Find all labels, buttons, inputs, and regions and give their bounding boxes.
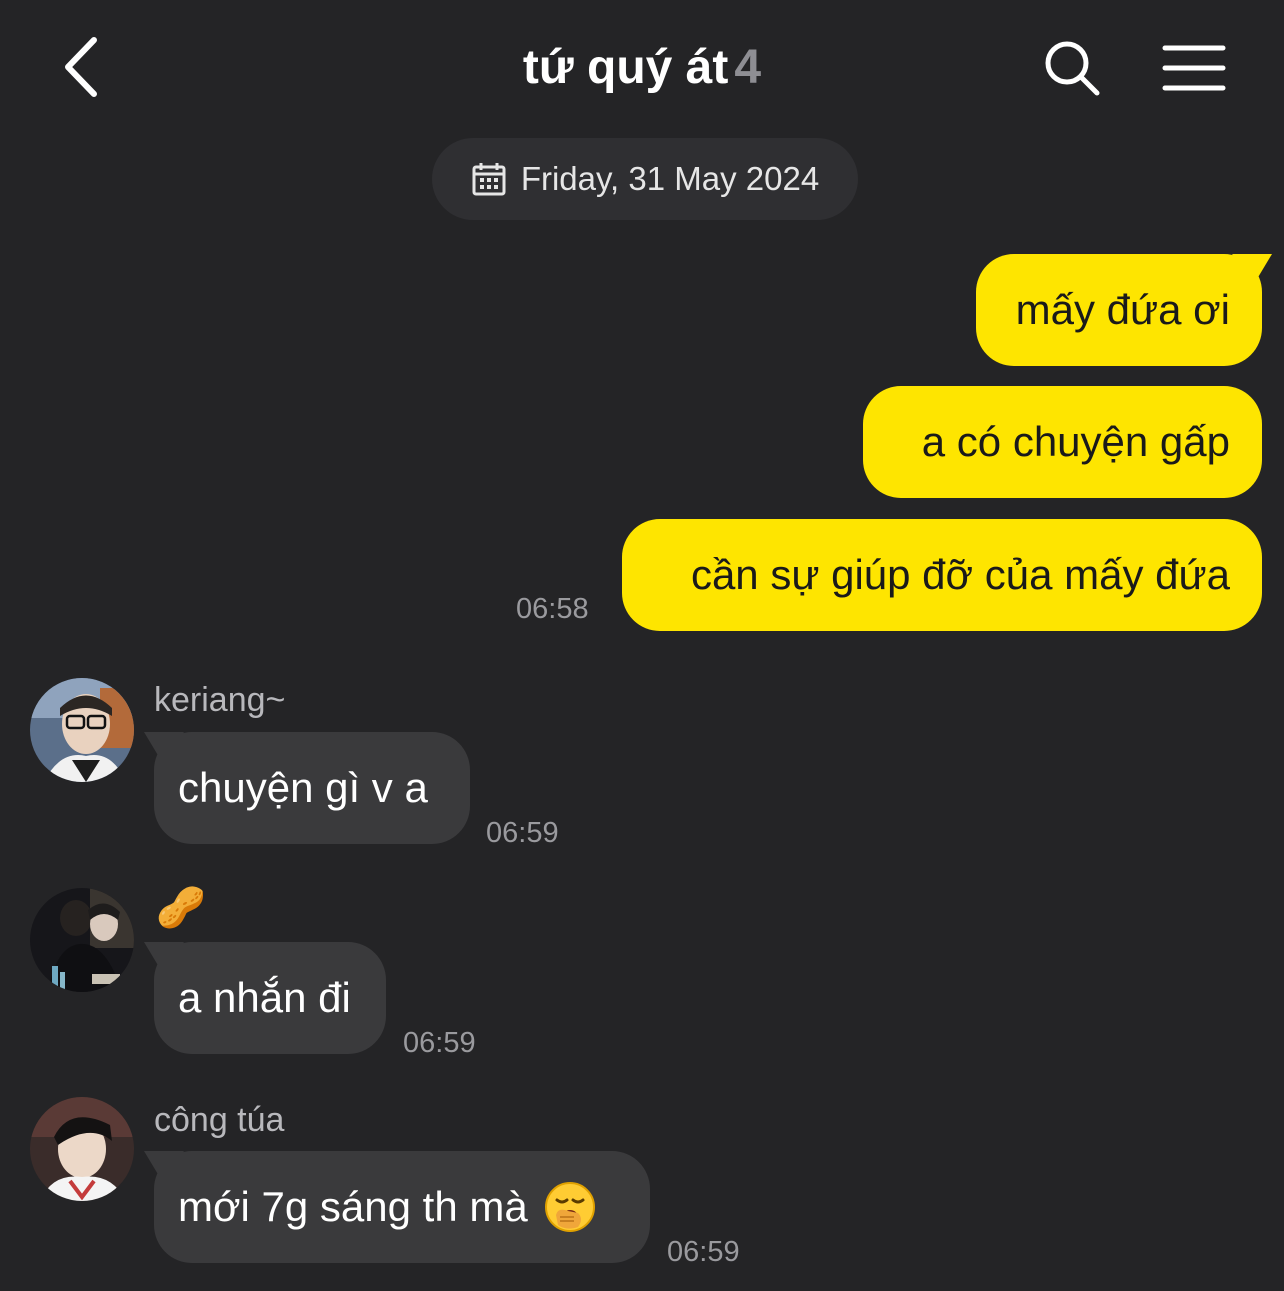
yawning-face-icon <box>544 1182 595 1232</box>
bubble-tail <box>144 942 184 972</box>
sender-name: 🥜 <box>156 886 206 930</box>
chat-screen: tứ quý át 4 Friday, 31 May 2024 mấy đứa … <box>0 0 1284 1291</box>
message-time: 06:59 <box>667 1236 740 1268</box>
message-time: 06:59 <box>486 817 559 849</box>
message-text: a nhắn đi <box>178 974 351 1021</box>
outgoing-message[interactable]: a có chuyện gấp <box>863 386 1262 498</box>
calendar-icon <box>472 163 506 196</box>
incoming-message[interactable]: mới 7g sáng th mà <box>144 1151 650 1263</box>
date-divider: Friday, 31 May 2024 <box>432 138 858 220</box>
message-text: mới 7g sáng th mà <box>178 1183 528 1230</box>
message-text: mấy đứa ơi <box>1015 286 1230 333</box>
message-time: 06:58 <box>516 593 589 625</box>
bubble-tail <box>144 1151 184 1181</box>
sender-name: công túa <box>154 1101 285 1139</box>
member-count: 4 <box>734 41 762 94</box>
bubble-tail <box>1232 254 1272 284</box>
incoming-message[interactable]: a nhắn đi <box>144 942 386 1054</box>
chat-header: tứ quý át 4 <box>0 0 1284 136</box>
menu-button[interactable] <box>1158 38 1230 98</box>
peanut-emoji: 🥜 <box>156 886 206 930</box>
avatar[interactable] <box>30 888 134 992</box>
bubble-tail <box>144 732 184 762</box>
outgoing-message[interactable]: cần sự giúp đỡ của mấy đứa <box>622 519 1262 631</box>
avatar[interactable] <box>30 678 134 782</box>
outgoing-message[interactable]: mấy đứa ơi <box>976 254 1272 366</box>
sender-name: keriang~ <box>154 681 286 719</box>
message-time: 06:59 <box>403 1027 476 1059</box>
message-text: a có chuyện gấp <box>921 418 1230 465</box>
avatar[interactable] <box>30 1097 134 1201</box>
chat-name: tứ quý át <box>522 41 729 94</box>
message-text: cần sự giúp đỡ của mấy đứa <box>690 551 1230 598</box>
hamburger-menu-icon <box>1162 45 1226 91</box>
search-icon <box>1045 41 1100 96</box>
search-button[interactable] <box>1040 36 1104 100</box>
message-text: chuyện gì v a <box>178 764 428 811</box>
incoming-message[interactable]: chuyện gì v a <box>144 732 470 844</box>
date-label: Friday, 31 May 2024 <box>520 160 820 197</box>
